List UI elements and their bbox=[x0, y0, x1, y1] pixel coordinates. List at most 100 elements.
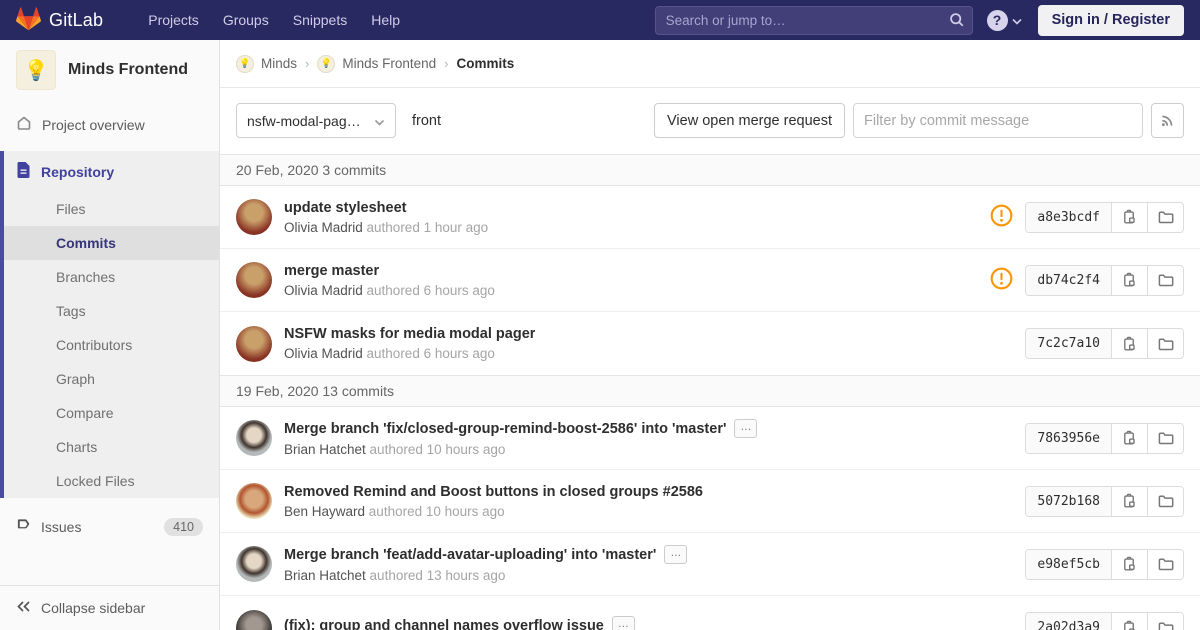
commit-sha-group: a8e3bcdf bbox=[1025, 201, 1184, 233]
commit-sha[interactable]: 7863956e bbox=[1026, 423, 1111, 453]
chevron-down-icon bbox=[1011, 12, 1022, 28]
copy-sha-button[interactable] bbox=[1111, 486, 1147, 516]
copy-sha-button[interactable] bbox=[1111, 265, 1147, 295]
commit-date-header: 19 Feb, 2020 13 commits bbox=[220, 375, 1200, 407]
sidebar-repo-subitem[interactable]: Branches bbox=[4, 260, 219, 294]
gitlab-tanuki-icon bbox=[16, 6, 41, 34]
commit-title-link[interactable]: merge master bbox=[284, 263, 379, 279]
sidebar-repo-subitem[interactable]: Commits bbox=[4, 226, 219, 260]
sign-in-register-button[interactable]: Sign in / Register bbox=[1037, 4, 1184, 36]
commit-author-link[interactable]: Olivia Madrid bbox=[284, 220, 363, 235]
document-icon bbox=[16, 162, 31, 181]
breadcrumb-project-link[interactable]: 💡 Minds Frontend bbox=[317, 54, 436, 73]
commit-author-link[interactable]: Olivia Madrid bbox=[284, 346, 363, 361]
pipeline-warning-icon[interactable] bbox=[990, 267, 1013, 293]
commit-author-avatar[interactable] bbox=[236, 609, 272, 630]
breadcrumb-group-link[interactable]: 💡 Minds bbox=[236, 54, 297, 73]
commit-author-link[interactable]: Olivia Madrid bbox=[284, 283, 363, 298]
commit-title-link[interactable]: Removed Remind and Boost buttons in clos… bbox=[284, 484, 703, 500]
help-menu[interactable]: ? bbox=[986, 9, 1022, 31]
sidebar-item-label: Issues bbox=[41, 519, 82, 535]
sidebar-nav: Project overview Repository Files Commit… bbox=[0, 104, 219, 585]
home-icon bbox=[16, 115, 32, 134]
commit-sha[interactable]: db74c2f4 bbox=[1026, 265, 1111, 295]
sidebar-repo-subitem[interactable]: Compare bbox=[4, 396, 219, 430]
browse-files-button[interactable] bbox=[1147, 486, 1183, 516]
commit-sha[interactable]: 2a02d3a9 bbox=[1026, 613, 1111, 630]
browse-files-button[interactable] bbox=[1147, 549, 1183, 579]
expand-commit-message-button[interactable]: … bbox=[664, 545, 688, 564]
branch-selector-dropdown[interactable]: nsfw-modal-pag… bbox=[236, 103, 396, 138]
sidebar-repo-subitem[interactable]: Graph bbox=[4, 362, 219, 396]
browse-files-button[interactable] bbox=[1147, 423, 1183, 453]
repository-subnav: Files Commits Branches Tags Contributors… bbox=[4, 192, 219, 498]
commit-row: update stylesheet Olivia Madrid authored… bbox=[220, 186, 1200, 249]
expand-commit-message-button[interactable]: … bbox=[734, 419, 758, 438]
sidebar-item-issues[interactable]: Issues 410 bbox=[0, 507, 219, 547]
search-icon bbox=[949, 12, 965, 31]
commit-author-avatar[interactable] bbox=[236, 262, 272, 298]
navbar-menu-link[interactable]: Snippets bbox=[282, 3, 358, 37]
sidebar-item-repository[interactable]: Repository bbox=[4, 151, 219, 192]
view-open-merge-request-button[interactable]: View open merge request bbox=[654, 103, 845, 138]
commit-authored-time: authored 1 hour ago bbox=[362, 219, 489, 235]
project-header[interactable]: 💡 Minds Frontend bbox=[0, 40, 219, 104]
commit-main: update stylesheet Olivia Madrid authored… bbox=[284, 200, 974, 235]
pipeline-warning-icon[interactable] bbox=[990, 204, 1013, 230]
copy-sha-button[interactable] bbox=[1111, 549, 1147, 579]
commit-sha[interactable]: 5072b168 bbox=[1026, 486, 1111, 516]
commit-author-link[interactable]: Brian Hatchet bbox=[284, 442, 366, 457]
sidebar-repo-subitem[interactable]: Contributors bbox=[4, 328, 219, 362]
commit-author-avatar[interactable] bbox=[236, 546, 272, 582]
browse-files-button[interactable] bbox=[1147, 613, 1183, 630]
gitlab-logo[interactable]: GitLab bbox=[16, 6, 103, 34]
sidebar-repo-subitem[interactable]: Locked Files bbox=[4, 464, 219, 498]
chevron-down-icon bbox=[374, 113, 385, 129]
commit-sha[interactable]: e98ef5cb bbox=[1026, 549, 1111, 579]
commit-title-link[interactable]: (fix): group and channel names overflow … bbox=[284, 618, 604, 630]
sidebar-repo-subitem[interactable]: Files bbox=[4, 192, 219, 226]
navbar-menu-item: Help bbox=[360, 3, 411, 37]
commit-author-avatar[interactable] bbox=[236, 199, 272, 235]
copy-sha-button[interactable] bbox=[1111, 202, 1147, 232]
commit-sha[interactable]: a8e3bcdf bbox=[1026, 202, 1111, 232]
navbar-menu-link[interactable]: Help bbox=[360, 3, 411, 37]
commit-group-rows: update stylesheet Olivia Madrid authored… bbox=[220, 186, 1200, 375]
breadcrumb-separator: › bbox=[444, 56, 449, 71]
commit-row: Merge branch 'feat/add-avatar-uploading'… bbox=[220, 533, 1200, 596]
commit-title-link[interactable]: Merge branch 'feat/add-avatar-uploading'… bbox=[284, 547, 656, 563]
commit-title-link[interactable]: NSFW masks for media modal pager bbox=[284, 326, 535, 342]
commit-main: Merge branch 'feat/add-avatar-uploading'… bbox=[284, 545, 1009, 583]
project-avatar: 💡 bbox=[16, 50, 56, 90]
sidebar-repo-subitem[interactable]: Charts bbox=[4, 430, 219, 464]
commit-author-avatar[interactable] bbox=[236, 483, 272, 519]
commit-sha-group: 7c2c7a10 bbox=[1025, 328, 1184, 359]
navbar-menu-link[interactable]: Groups bbox=[212, 3, 280, 37]
commit-author-avatar[interactable] bbox=[236, 325, 272, 362]
commit-filter-input[interactable] bbox=[853, 103, 1143, 138]
browse-files-button[interactable] bbox=[1147, 202, 1183, 232]
copy-sha-button[interactable] bbox=[1111, 423, 1147, 453]
commit-author-link[interactable]: Brian Hatchet bbox=[284, 568, 366, 583]
navbar-menu-item: Snippets bbox=[282, 3, 358, 37]
commit-authored-time: authored 10 hours ago bbox=[365, 503, 505, 519]
commit-author-avatar[interactable] bbox=[236, 420, 272, 456]
commit-title-link[interactable]: Merge branch 'fix/closed-group-remind-bo… bbox=[284, 421, 726, 437]
commit-sha[interactable]: 7c2c7a10 bbox=[1026, 329, 1111, 358]
commit-title-link[interactable]: update stylesheet bbox=[284, 200, 407, 216]
help-icon: ? bbox=[986, 9, 1008, 31]
collapse-sidebar-button[interactable]: Collapse sidebar bbox=[0, 586, 219, 630]
rss-feed-button[interactable] bbox=[1151, 103, 1184, 138]
search-input[interactable] bbox=[654, 5, 973, 35]
copy-sha-button[interactable] bbox=[1111, 329, 1147, 358]
navbar-menu-link[interactable]: Projects bbox=[137, 3, 210, 37]
browse-files-button[interactable] bbox=[1147, 265, 1183, 295]
commit-main: NSFW masks for media modal pager Olivia … bbox=[284, 326, 1009, 361]
expand-commit-message-button[interactable]: … bbox=[611, 616, 635, 630]
browse-files-button[interactable] bbox=[1147, 329, 1183, 358]
commit-author-link[interactable]: Ben Hayward bbox=[284, 504, 365, 519]
sidebar-item-project-overview[interactable]: Project overview bbox=[0, 104, 219, 145]
copy-sha-button[interactable] bbox=[1111, 613, 1147, 630]
commit-row: merge master Olivia Madrid authored 6 ho… bbox=[220, 249, 1200, 312]
sidebar-repo-subitem[interactable]: Tags bbox=[4, 294, 219, 328]
